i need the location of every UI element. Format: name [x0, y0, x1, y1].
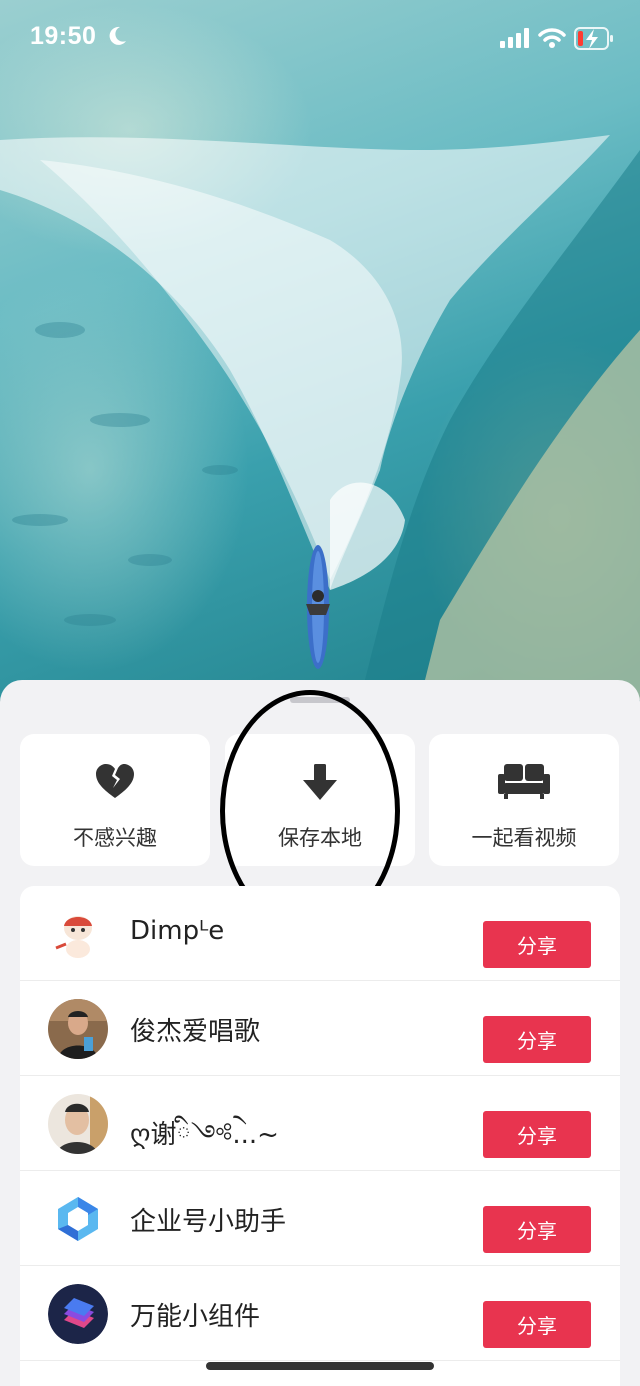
status-bar: 19:50: [0, 0, 640, 80]
not-interested-label: 不感兴趣: [73, 826, 157, 850]
share-button[interactable]: 分享: [483, 1206, 591, 1253]
not-interested-button[interactable]: 不感兴趣: [20, 734, 210, 866]
save-local-button[interactable]: 保存本地: [225, 734, 415, 866]
friend-row[interactable]: ღ谢ི༺ེ...~ 分享: [20, 1076, 620, 1171]
avatar: [48, 1189, 108, 1249]
watch-together-button[interactable]: 一起看视频: [429, 734, 619, 866]
do-not-disturb-moon-icon: [109, 26, 126, 45]
friend-row[interactable]: Dimpᴸe 分享: [20, 886, 620, 981]
friend-name: Dimpᴸe: [130, 916, 225, 946]
share-button[interactable]: 分享: [483, 1016, 591, 1063]
cellular-signal-icon: [500, 28, 529, 48]
divider: [20, 1360, 620, 1361]
share-button[interactable]: 分享: [483, 1301, 591, 1348]
sheet-drag-handle[interactable]: [290, 697, 350, 703]
home-indicator[interactable]: [206, 1362, 434, 1370]
friend-name: 万能小组件: [130, 1302, 261, 1332]
share-button[interactable]: 分享: [483, 921, 591, 968]
friend-row[interactable]: 万能小组件 分享: [20, 1266, 620, 1361]
surf-scene-image: [0, 135, 640, 700]
video-background[interactable]: [0, 0, 640, 700]
watch-together-label: 一起看视频: [471, 826, 577, 850]
sofa-icon: [498, 764, 550, 799]
friend-name: 企业号小助手: [130, 1207, 287, 1237]
friend-name: ღ谢ི༺ེ...~: [130, 1120, 279, 1150]
avatar: [48, 999, 108, 1059]
broken-heart-icon: [96, 764, 134, 798]
battery-charging-icon: [574, 27, 613, 50]
share-friend-list: Dimpᴸe 分享 俊杰爱唱歌 分享 ღ谢ི༺ེ...~ 分享 企业号小助手 分…: [20, 886, 620, 1386]
share-button[interactable]: 分享: [483, 1111, 591, 1158]
avatar: [48, 1284, 108, 1344]
status-time: 19:50: [30, 22, 97, 50]
avatar: [48, 1094, 108, 1154]
download-arrow-icon: [303, 764, 337, 800]
wifi-icon: [538, 28, 566, 48]
save-local-label: 保存本地: [278, 826, 362, 850]
friend-name: 俊杰爱唱歌: [130, 1017, 261, 1047]
friend-row[interactable]: 俊杰爱唱歌 分享: [20, 981, 620, 1076]
avatar: [48, 904, 108, 964]
friend-row[interactable]: 企业号小助手 分享: [20, 1171, 620, 1266]
